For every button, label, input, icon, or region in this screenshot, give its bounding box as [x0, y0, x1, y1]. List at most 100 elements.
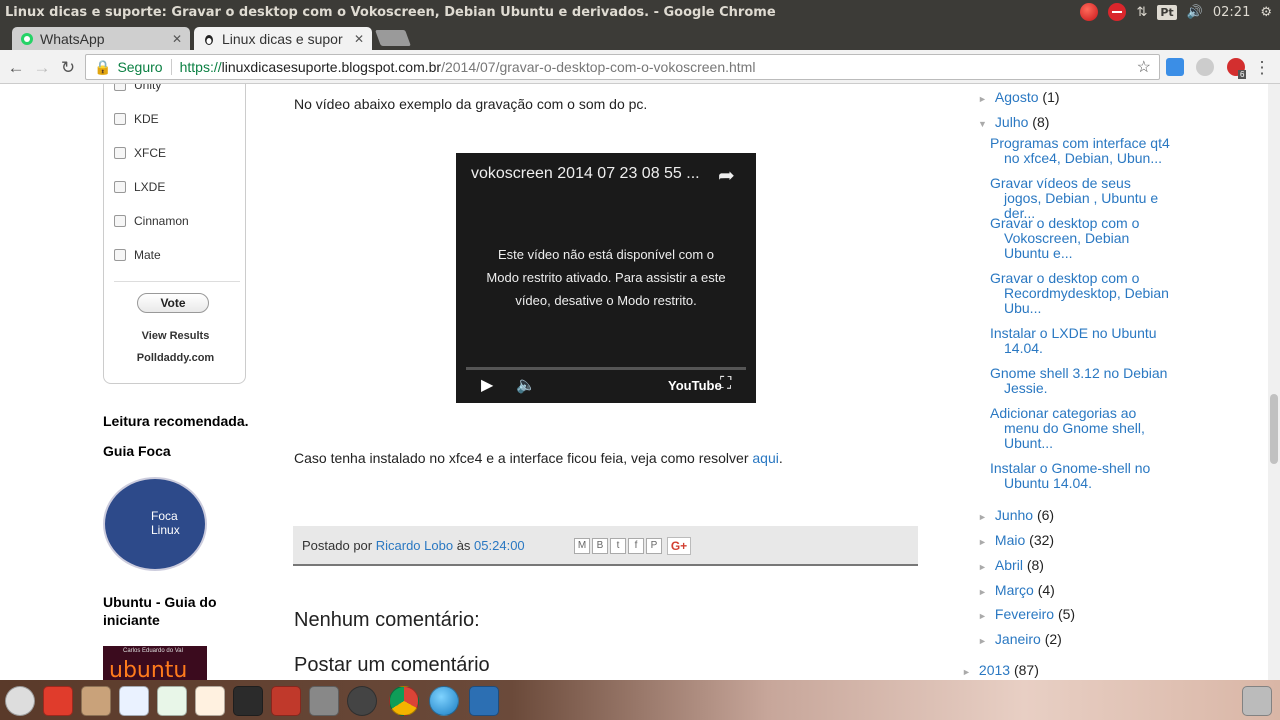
poll-option[interactable]: Unity	[114, 84, 161, 92]
files-icon[interactable]	[81, 686, 111, 716]
expand-triangle-icon[interactable]: ►	[978, 537, 987, 547]
twitter-share-icon[interactable]: t	[610, 538, 626, 554]
archive-month-marco[interactable]: ► Março (4)	[978, 582, 1055, 598]
archive-post-link[interactable]: Gravar o desktop com o Vokoscreen, Debia…	[990, 216, 1170, 261]
aqui-link[interactable]: aqui	[752, 450, 778, 466]
volume-icon[interactable]: 🔊	[1187, 5, 1203, 20]
checkbox[interactable]	[114, 113, 126, 125]
post-time-link[interactable]: 05:24:00	[474, 538, 525, 553]
tab-linux-dicas[interactable]: Linux dicas e supor ✕	[194, 27, 372, 50]
pinterest-share-icon[interactable]: P	[646, 538, 662, 554]
view-results-link[interactable]: View Results	[104, 330, 247, 342]
expand-triangle-icon[interactable]: ►	[978, 562, 987, 572]
archive-post-link[interactable]: Gnome shell 3.12 no Debian Jessie.	[990, 366, 1170, 396]
tab-whatsapp[interactable]: WhatsApp ✕	[12, 27, 190, 50]
omnibox[interactable]: 🔒 Seguro https:// linuxdicasesuporte.blo…	[85, 54, 1160, 80]
archive-month-abril[interactable]: ► Abril (8)	[978, 557, 1044, 573]
year-label[interactable]: 2013	[979, 662, 1010, 678]
play-icon[interactable]: ▶	[481, 375, 493, 395]
expand-triangle-icon[interactable]: ►	[978, 636, 987, 646]
archive-post-link[interactable]: Programas com interface qt4 no xfce4, De…	[990, 136, 1170, 166]
screenshot-icon[interactable]	[469, 686, 499, 716]
archive-month-janeiro[interactable]: ► Janeiro (2)	[978, 631, 1062, 647]
writer-icon[interactable]	[119, 686, 149, 716]
google-plus-button[interactable]: G+	[667, 537, 691, 555]
month-label[interactable]: Abril	[995, 557, 1023, 573]
video-progress-bar[interactable]	[466, 367, 746, 370]
archive-month-agosto[interactable]: ► Agosto (1)	[978, 89, 1060, 105]
poll-option[interactable]: KDE	[114, 112, 159, 126]
expand-triangle-icon[interactable]: ►	[962, 667, 971, 677]
expand-triangle-icon[interactable]: ►	[978, 94, 987, 104]
expand-triangle-icon[interactable]: ►	[978, 512, 987, 522]
archive-month-junho[interactable]: ► Junho (6)	[978, 507, 1054, 523]
archive-post-link[interactable]: Instalar o Gnome-shell no Ubuntu 14.04.	[990, 461, 1170, 491]
menu-icon[interactable]: ⋮	[1252, 58, 1272, 78]
network-icon[interactable]: ⇅	[1136, 5, 1147, 20]
vote-button[interactable]: Vote	[137, 293, 209, 313]
archive-month-julho[interactable]: ▼ Julho (8)	[978, 114, 1049, 130]
keyboard-layout-indicator[interactable]: Pt	[1157, 4, 1177, 20]
installer-icon[interactable]	[271, 686, 301, 716]
checkbox[interactable]	[114, 84, 126, 91]
scrollbar-thumb[interactable]	[1270, 394, 1278, 464]
email-share-icon[interactable]: M	[574, 538, 590, 554]
terminal-icon[interactable]	[233, 686, 263, 716]
poll-option[interactable]: XFCE	[114, 146, 166, 160]
page-scrollbar[interactable]	[1268, 84, 1280, 680]
checkbox[interactable]	[114, 147, 126, 159]
archive-year-2013[interactable]: ► 2013 (87)	[962, 662, 1039, 678]
impress-icon[interactable]	[195, 686, 225, 716]
reload-icon[interactable]: ↻	[58, 58, 78, 78]
archive-post-link[interactable]: Gravar o desktop com o Recordmydesktop, …	[990, 271, 1170, 316]
settings-icon[interactable]	[309, 686, 339, 716]
video-title[interactable]: vokoscreen 2014 07 23 08 55 ...	[471, 165, 700, 183]
month-label[interactable]: Junho	[995, 507, 1033, 523]
poll-option[interactable]: Mate	[114, 248, 161, 262]
close-icon[interactable]: ✕	[172, 32, 182, 46]
ubuntu-book-image[interactable]: Carlos Eduardo do Val ubuntu	[103, 646, 207, 680]
checkbox[interactable]	[114, 181, 126, 193]
month-label[interactable]: Maio	[995, 532, 1025, 548]
back-arrow-icon[interactable]: ←	[6, 58, 26, 78]
youtube-logo[interactable]: YouTube	[668, 378, 722, 393]
bookmark-star-icon[interactable]: ☆	[1137, 57, 1151, 77]
extension-icon[interactable]	[1196, 58, 1214, 76]
archive-post-link[interactable]: Instalar o LXDE no Ubuntu 14.04.	[990, 326, 1170, 356]
author-link[interactable]: Ricardo Lobo	[376, 538, 453, 553]
back-icon[interactable]	[43, 686, 73, 716]
calc-icon[interactable]	[157, 686, 187, 716]
foca-linux-image[interactable]: Foca Linux	[103, 477, 207, 571]
new-tab-button[interactable]	[375, 30, 411, 46]
collapse-triangle-icon[interactable]: ▼	[978, 119, 987, 129]
volume-icon[interactable]: 🔈	[516, 375, 536, 395]
gear-icon[interactable]: ⚙	[1260, 5, 1272, 20]
checkbox[interactable]	[114, 215, 126, 227]
expand-triangle-icon[interactable]: ►	[978, 587, 987, 597]
clock[interactable]: 02:21	[1213, 5, 1250, 20]
chrome-icon[interactable]	[389, 686, 419, 716]
forward-arrow-icon[interactable]: →	[32, 58, 52, 78]
fullscreen-icon[interactable]: ⛶	[720, 375, 731, 393]
stop-indicator-icon[interactable]	[1108, 3, 1127, 21]
month-label[interactable]: Agosto	[995, 89, 1039, 105]
month-label[interactable]: Janeiro	[995, 631, 1041, 647]
archive-post-link[interactable]: Adicionar categorias ao menu do Gnome sh…	[990, 406, 1170, 451]
archive-month-maio[interactable]: ► Maio (32)	[978, 532, 1054, 548]
month-label[interactable]: Março	[995, 582, 1034, 598]
month-label[interactable]: Fevereiro	[995, 606, 1054, 622]
blogger-share-icon[interactable]: B	[592, 538, 608, 554]
dash-icon[interactable]	[5, 686, 35, 716]
polldaddy-link[interactable]: Polldaddy.com	[104, 352, 247, 364]
archive-month-fevereiro[interactable]: ► Fevereiro (5)	[978, 606, 1075, 622]
update-icon[interactable]	[347, 686, 377, 716]
month-label[interactable]: Julho	[995, 114, 1028, 130]
sphere-icon[interactable]	[429, 686, 459, 716]
extension-icon[interactable]	[1166, 58, 1184, 76]
checkbox[interactable]	[114, 249, 126, 261]
expand-triangle-icon[interactable]: ►	[978, 611, 987, 621]
close-icon[interactable]: ✕	[354, 32, 364, 46]
youtube-embed[interactable]: vokoscreen 2014 07 23 08 55 ... ➦ Este v…	[456, 153, 756, 403]
trash-icon[interactable]	[1242, 686, 1272, 716]
facebook-share-icon[interactable]: f	[628, 538, 644, 554]
